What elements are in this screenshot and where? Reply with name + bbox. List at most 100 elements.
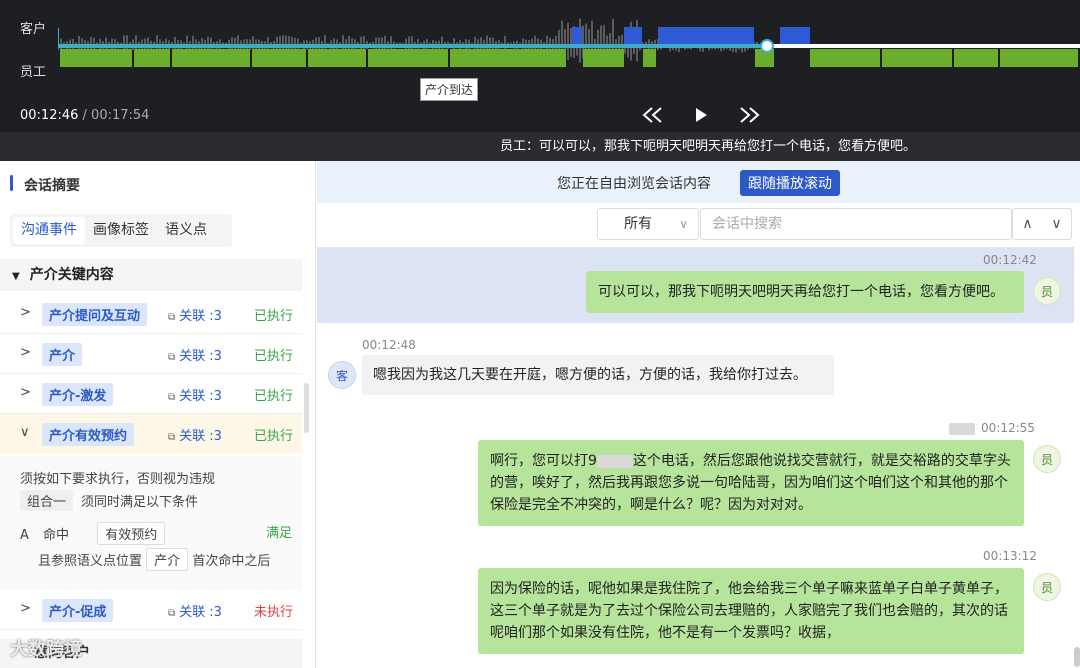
related-link[interactable]: ⧉ 关联 :3 xyxy=(168,425,222,444)
related-count: 关联 :3 xyxy=(179,309,222,324)
message-time-value: 00:12:55 xyxy=(981,421,1035,435)
employee-segment xyxy=(643,49,656,67)
watermark-text: 大数跨境 xyxy=(10,639,82,660)
section-header[interactable]: ▼ 产介关键内容 xyxy=(0,259,302,291)
rule-description: 须按如下要求执行，否则视为违规 xyxy=(20,472,216,487)
summary-panel: 会话摘要 沟通事件 画像标签 语义点 ▼ 产介关键内容 > 产介提问及互动 ⧉ 关联… xyxy=(0,161,316,668)
related-count: 关联 :3 xyxy=(179,605,222,620)
group-condition: 须同时满足以下条件 xyxy=(81,495,199,510)
panel-title: 会话摘要 xyxy=(10,175,80,195)
related-link[interactable]: ⧉ 关联 :3 xyxy=(168,601,222,620)
event-row-expanded[interactable]: ∨ 产介有效预约 ⧉ 关联 :3 已执行 xyxy=(0,414,302,454)
current-time: 00:12:46 xyxy=(20,108,79,123)
employee-segment xyxy=(368,49,448,67)
current-subtitle: 员工：可以可以，那我下呃明天吧明天再给您打一个电话，您看方便吧。 xyxy=(500,139,917,154)
reference-prefix: 且参照语义点位置 xyxy=(38,554,143,569)
rewind-button[interactable] xyxy=(640,102,666,128)
employee-avatar: 员 xyxy=(1033,445,1061,473)
employee-segment xyxy=(810,49,880,67)
browse-status-text: 您正在自由浏览会话内容 xyxy=(557,176,711,192)
employee-avatar: 员 xyxy=(1033,573,1061,601)
tab-semantic-points[interactable]: 语义点 xyxy=(157,217,215,244)
event-tag: 产介-激发 xyxy=(42,383,114,406)
caret-down-icon: ▼ xyxy=(12,271,20,282)
event-row[interactable]: > 产介-促成 ⧉ 关联 :3 未执行 xyxy=(0,590,302,630)
waveform-timeline[interactable] xyxy=(58,0,1080,80)
summary-tabs: 沟通事件 画像标签 语义点 xyxy=(10,214,232,247)
rule-reference: 且参照语义点位置 产介 首次命中之后 xyxy=(38,548,270,571)
section-title: 产介关键内容 xyxy=(29,267,114,283)
employee-message: 因为保险的话，呢他如果是我住院了，他会给我三个单子嘛来蓝单子白单子黄单子，这三个… xyxy=(478,568,1024,654)
customer-track-label: 客户 xyxy=(20,22,47,37)
playback-controls xyxy=(640,102,762,128)
related-link[interactable]: ⧉ 关联 :3 xyxy=(168,385,222,404)
employee-segment xyxy=(252,49,306,67)
play-icon xyxy=(696,108,707,122)
employee-track-label: 员工 xyxy=(20,65,47,80)
chevron-right-icon: > xyxy=(20,305,31,320)
chevron-down-icon: ∨ xyxy=(20,425,30,440)
speaker-filter-select[interactable]: 所有 ∨ xyxy=(597,208,699,240)
event-tag: 产介 xyxy=(42,343,83,366)
chevron-right-icon: > xyxy=(20,345,31,360)
link-icon: ⧉ xyxy=(168,312,176,323)
link-icon: ⧉ xyxy=(168,432,176,443)
rule-detail: 须按如下要求执行，否则视为违规 组合一 须同时满足以下条件 A 命中 有效预约 满… xyxy=(0,456,302,590)
search-nav: ∧ ∨ xyxy=(1012,208,1072,240)
related-count: 关联 :3 xyxy=(179,349,222,364)
next-result-button[interactable]: ∨ xyxy=(1051,216,1061,232)
employee-segment xyxy=(308,49,366,67)
prev-result-button[interactable]: ∧ xyxy=(1022,216,1032,232)
employee-segment xyxy=(882,49,952,67)
employee-segment xyxy=(450,49,566,67)
follow-playback-button[interactable]: 跟随播放滚动 xyxy=(740,170,840,196)
employee-message: 可以可以，那我下呃明天吧明天再给您打一个电话，您看方便吧。 xyxy=(586,271,1024,313)
filter-value: 所有 xyxy=(624,216,652,232)
time-separator: / xyxy=(78,108,92,123)
reference-value: 产介 xyxy=(146,548,189,571)
employee-segment xyxy=(134,49,170,67)
message-time: 00:13:12 xyxy=(983,549,1037,563)
time-display: 00:12:46 / 00:17:54 xyxy=(20,108,149,123)
message-time: 00:12:55 xyxy=(949,421,1035,435)
link-icon: ⧉ xyxy=(168,608,176,619)
message-time: 00:12:42 xyxy=(983,253,1037,267)
event-status: 已执行 xyxy=(254,309,294,324)
event-status: 已执行 xyxy=(254,429,294,444)
event-status: 未执行 xyxy=(254,605,294,620)
right-scrollbar[interactable] xyxy=(1074,647,1080,667)
total-time: 00:17:54 xyxy=(91,108,150,123)
related-count: 关联 :3 xyxy=(179,389,222,404)
rule-condition-a: A 命中 有效预约 满足 xyxy=(20,522,294,545)
tab-events[interactable]: 沟通事件 xyxy=(13,217,85,244)
employee-segment xyxy=(60,49,132,67)
event-tag: 产介有效预约 xyxy=(42,423,135,446)
related-link[interactable]: ⧉ 关联 :3 xyxy=(168,305,222,324)
event-row[interactable]: > 产介提问及互动 ⧉ 关联 :3 已执行 xyxy=(0,294,302,334)
event-status: 已执行 xyxy=(254,389,294,404)
event-tag: 产介提问及互动 xyxy=(42,303,148,326)
condition-result: 满足 xyxy=(265,526,292,541)
subtitle-bar: 员工：可以可以，那我下呃明天吧明天再给您打一个电话，您看方便吧。 xyxy=(0,132,1080,161)
chevron-right-icon: > xyxy=(20,385,31,400)
related-link[interactable]: ⧉ 关联 :3 xyxy=(168,345,222,364)
employee-segment xyxy=(954,49,998,67)
left-scrollbar[interactable] xyxy=(304,383,309,433)
event-row[interactable]: > 产介 ⧉ 关联 :3 已执行 xyxy=(0,334,302,374)
fast-forward-button[interactable] xyxy=(736,102,762,128)
customer-avatar: 客 xyxy=(328,361,356,389)
employee-message: 啊行，您可以打9 这个电话，然后您跟他说找交营就行，就是交裕路的交草字头的营，唉好… xyxy=(478,440,1024,526)
tab-portrait-tags[interactable]: 画像标签 xyxy=(85,217,157,244)
event-row[interactable]: > 产介-激发 ⧉ 关联 :3 已执行 xyxy=(0,374,302,414)
customer-message: 嗯我因为我这几天要在开庭，嗯方便的话，方便的话，我给你打过去。 xyxy=(362,355,834,395)
conversation-search-input[interactable] xyxy=(700,208,1012,240)
marker-tooltip: 产介到达 xyxy=(420,78,479,101)
employee-segment xyxy=(172,49,250,67)
message-text-part: 啊行，您可以打9 xyxy=(490,453,597,469)
event-tag: 产介-促成 xyxy=(42,599,114,622)
audio-player: 客户 员工 产介到达 00:12:46 / 00:17:54 xyxy=(0,0,1080,132)
redacted-phone xyxy=(596,454,633,468)
reference-suffix: 首次命中之后 xyxy=(192,554,271,569)
condition-hit-label: 命中 xyxy=(43,528,70,543)
play-button[interactable] xyxy=(688,102,714,128)
